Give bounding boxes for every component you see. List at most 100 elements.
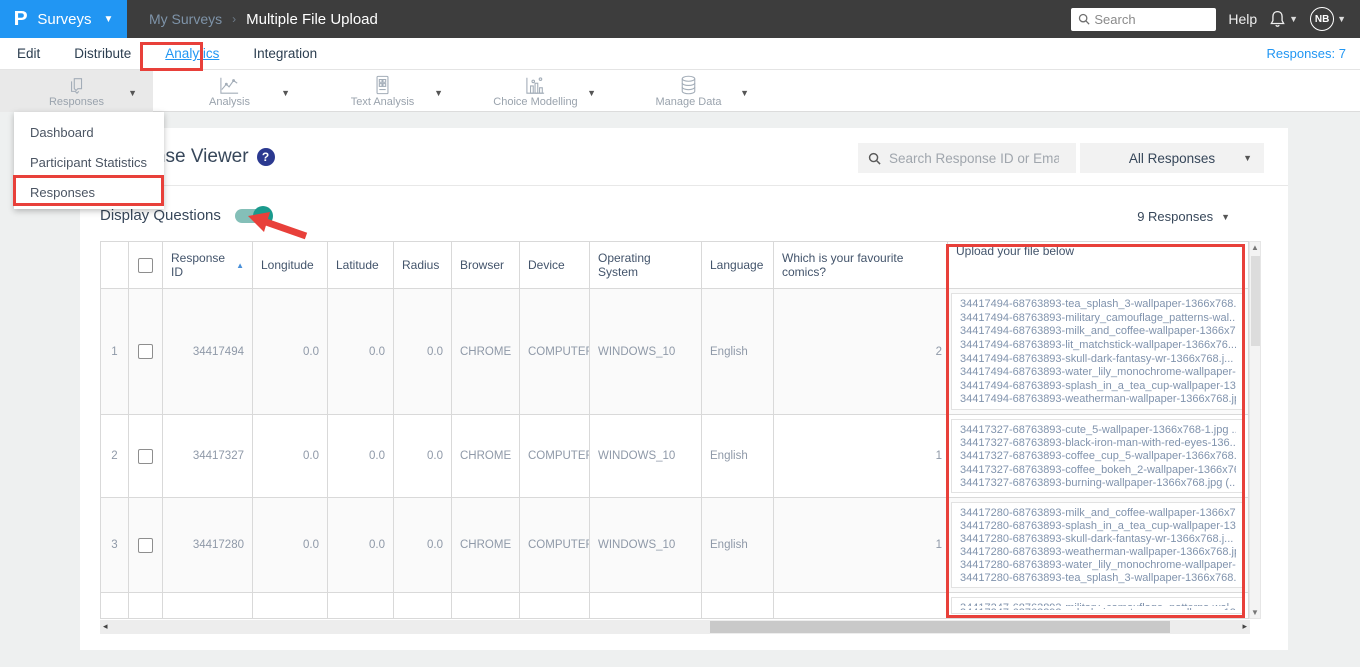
response-filter-dropdown[interactable]: All Responses ▼ [1080, 143, 1264, 173]
global-search[interactable] [1071, 7, 1217, 31]
responses-dropdown-menu: Dashboard Participant Statistics Respons… [14, 112, 164, 209]
toolbar-choice-modelling[interactable]: Choice Modelling ▼ [459, 70, 612, 112]
row-checkbox[interactable] [138, 344, 153, 359]
file-link[interactable]: 34417280-68763893-water_lily_monochrome-… [960, 558, 1236, 571]
responses-table: Response ID ▲ Longitude Latitude Radius B… [100, 241, 1249, 619]
header-favourite-comics[interactable]: Which is your favourite comics? [774, 242, 948, 289]
header-radius[interactable]: Radius [394, 242, 452, 289]
responses-count-dropdown[interactable]: 9 Responses ▼ [1137, 209, 1230, 224]
header-response-id[interactable]: Response ID ▲ [163, 242, 253, 289]
file-link[interactable]: 34417327-68763893-burning-wallpaper-1366… [960, 476, 1236, 489]
toolbar-text-analysis[interactable]: Text Analysis ▼ [306, 70, 459, 112]
tab-edit[interactable]: Edit [16, 44, 41, 63]
vertical-scroll-thumb[interactable] [1251, 256, 1260, 346]
tab-analytics[interactable]: Analytics [164, 44, 220, 63]
file-link[interactable]: 34417280-68763893-splash_in_a_tea_cup-wa… [960, 519, 1236, 532]
menu-item-dashboard[interactable]: Dashboard [14, 117, 164, 147]
help-link[interactable]: Help [1228, 11, 1257, 27]
header-row-number [101, 242, 129, 289]
toolbar-responses[interactable]: Responses ▼ [0, 70, 153, 112]
cell-latitude: 0.0 [328, 289, 394, 415]
cell-radius: 0.0 [394, 415, 452, 498]
file-link[interactable]: 34417494-68763893-splash_in_a_tea_cup-wa… [960, 379, 1236, 393]
table-vertical-scrollbar[interactable]: ▲ ▼ [1249, 241, 1261, 619]
account-menu-button[interactable]: NB ▼ [1310, 7, 1346, 31]
header-upload-file[interactable]: Upload your file below [948, 242, 1249, 289]
cell-device: COMPUTER [520, 289, 590, 415]
display-questions-toggle[interactable] [234, 205, 273, 226]
cell-browser: CHROME [452, 415, 520, 498]
cell-browser [452, 593, 520, 619]
header-browser[interactable]: Browser [452, 242, 520, 289]
file-link[interactable]: 34417327-68763893-black-iron-man-with-re… [960, 436, 1236, 449]
toolbar-analysis[interactable]: Analysis ▼ [153, 70, 306, 112]
scroll-up-icon[interactable]: ▲ [1250, 243, 1260, 252]
table-body: 1 34417494 0.0 0.0 0.0 CHROME COMPUTER WINDOWS_… [101, 289, 1249, 619]
scroll-left-icon[interactable]: ◂ [103, 621, 108, 632]
menu-item-participant-statistics[interactable]: Participant Statistics [14, 147, 164, 177]
file-link[interactable]: 34417280-68763893-tea_splash_3-wallpaper… [960, 571, 1236, 584]
tab-distribute[interactable]: Distribute [73, 44, 132, 63]
header-latitude[interactable]: Latitude [328, 242, 394, 289]
select-all-checkbox[interactable] [138, 257, 153, 273]
header-language[interactable]: Language [702, 242, 774, 289]
scroll-down-icon[interactable]: ▼ [1250, 608, 1260, 617]
surveys-product-switcher[interactable]: P Surveys ▼ [0, 0, 127, 38]
cell-os: WINDOWS_10 [590, 289, 702, 415]
row-number [101, 593, 129, 619]
avatar: NB [1310, 7, 1335, 31]
cell-device [520, 593, 590, 619]
cell-favourite-comics: 1 [774, 415, 948, 498]
file-link[interactable]: 34417494-68763893-weatherman-wallpaper-1… [960, 392, 1236, 406]
header-device[interactable]: Device [520, 242, 590, 289]
toolbar-manage-data[interactable]: Manage Data ▼ [612, 70, 765, 112]
header-longitude[interactable]: Longitude [253, 242, 328, 289]
file-link[interactable]: 34417327-68763893-cute_5-wallpaper-1366x… [960, 423, 1236, 436]
file-link[interactable]: 34417494-68763893-milk_and_coffee-wallpa… [960, 324, 1236, 338]
file-link[interactable]: 34417327-68763893-coffee_bokeh_2-wallpap… [960, 463, 1236, 476]
cell-uploaded-files: 34417247-68763893-military_camouflage_pa… [948, 593, 1249, 619]
scroll-right-icon[interactable]: ▸ [1242, 621, 1247, 632]
breadcrumb-my-surveys[interactable]: My Surveys [149, 11, 222, 27]
analysis-icon [219, 75, 240, 95]
response-search[interactable] [858, 143, 1076, 173]
row-checkbox[interactable] [138, 537, 153, 553]
menu-item-responses[interactable]: Responses [14, 177, 164, 207]
table-horizontal-scrollbar[interactable]: ◂ ▸ [100, 620, 1250, 634]
cell-uploaded-files: 34417327-68763893-cute_5-wallpaper-1366x… [948, 415, 1249, 498]
manage-data-icon [680, 75, 697, 95]
file-link[interactable]: 34417280-68763893-weatherman-wallpaper-1… [960, 545, 1236, 558]
cell-language: English [702, 289, 774, 415]
row-number: 1 [101, 289, 129, 415]
cell-response-id: 34417280 [163, 498, 253, 593]
row-checkbox-cell [129, 289, 163, 415]
help-icon[interactable]: ? [256, 148, 275, 166]
row-checkbox-cell [129, 415, 163, 498]
file-link[interactable]: 34417494-68763893-water_lily_monochrome-… [960, 365, 1236, 379]
file-link[interactable]: 34417494-68763893-skull-dark-fantasy-wr-… [960, 352, 1236, 366]
cell-response-id: 34417327 [163, 415, 253, 498]
file-link[interactable]: 34417494-68763893-military_camouflage_pa… [960, 311, 1236, 325]
search-icon [1079, 13, 1090, 25]
file-link[interactable]: 34417247-68763893-splash_in_a_tea_cup-wa… [960, 606, 1236, 611]
analytics-toolbar: Responses ▼ Analysis ▼ Text Analysis ▼ C… [0, 70, 1360, 112]
cell-language: English [702, 498, 774, 593]
chevron-down-icon: ▼ [1243, 153, 1252, 163]
global-search-input[interactable] [1094, 11, 1205, 27]
tab-integration[interactable]: Integration [252, 44, 318, 63]
file-link[interactable]: 34417327-68763893-coffee_cup_5-wallpaper… [960, 449, 1236, 462]
row-checkbox[interactable] [138, 448, 153, 464]
file-link[interactable]: 34417280-68763893-skull-dark-fantasy-wr-… [960, 532, 1236, 545]
file-link[interactable]: 34417280-68763893-milk_and_coffee-wallpa… [960, 506, 1236, 519]
file-link[interactable]: 34417494-68763893-lit_matchstick-wallpap… [960, 338, 1236, 352]
header-operating-system[interactable]: Operating System [590, 242, 702, 289]
response-viewer-card: Response Viewer ? All Responses ▼ Displa… [80, 128, 1288, 650]
top-bar: P Surveys ▼ My Surveys › Multiple File U… [0, 0, 1360, 38]
cell-longitude: 0.0 [253, 498, 328, 593]
notifications-button[interactable]: ▼ [1269, 10, 1298, 28]
horizontal-scroll-thumb[interactable] [710, 621, 1170, 633]
response-search-input[interactable] [889, 150, 1059, 166]
file-link[interactable]: 34417494-68763893-tea_splash_3-wallpaper… [960, 297, 1236, 311]
chevron-down-icon: ▼ [1221, 211, 1230, 222]
cell-longitude: 0.0 [253, 415, 328, 498]
